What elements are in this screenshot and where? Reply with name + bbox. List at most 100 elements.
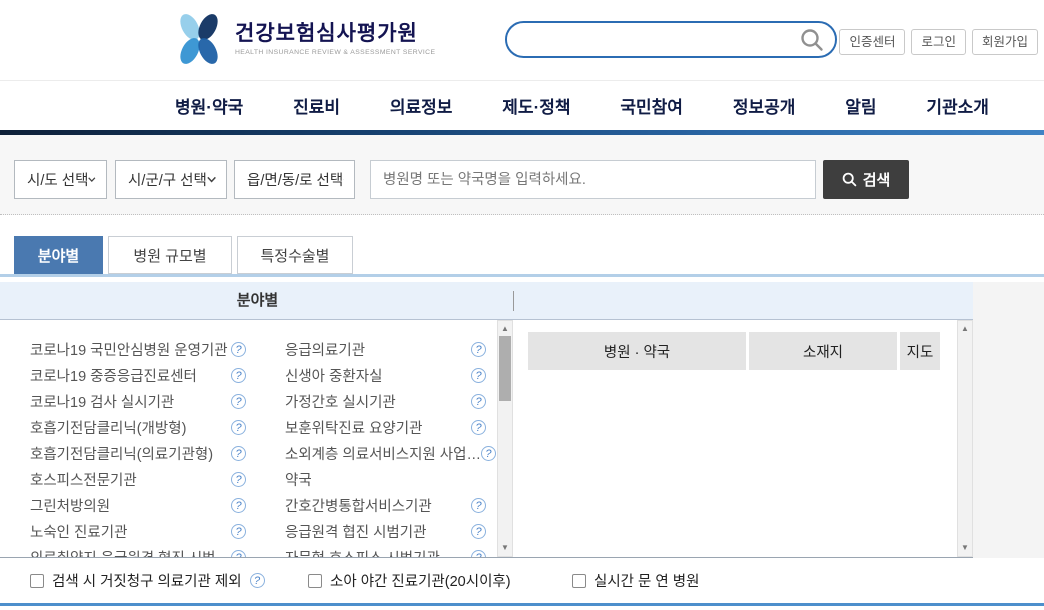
option-open-now[interactable]: 실시간 문 연 병원 [572, 570, 699, 591]
nav-notice[interactable]: 알림 [845, 93, 876, 118]
nav-medical-fees[interactable]: 진료비 [293, 93, 340, 118]
help-icon[interactable]: ? [481, 446, 496, 461]
tab-label: 병원 규모별 [133, 245, 206, 266]
category-item[interactable]: 노숙인 진료기관 ? [30, 518, 246, 544]
col-hospital-pharmacy: 병원 · 약국 [528, 332, 746, 370]
panel-body: 코로나19 국민안심병원 운영기관 ? 코로나19 중증응급진료센터 ? 코로나… [0, 320, 973, 558]
category-item[interactable]: 간호간병통합서비스기관 ? [285, 492, 486, 518]
nav-medical-info[interactable]: 의료정보 [390, 93, 453, 118]
chevron-down-icon [207, 176, 216, 183]
results-scrollbar[interactable]: ▲ ▼ [957, 320, 973, 557]
help-icon[interactable]: ? [231, 550, 246, 559]
sigungu-select-value: 시/군/구 선택 [128, 169, 207, 190]
sigungu-select[interactable]: 시/군/구 선택 [115, 160, 227, 199]
category-item[interactable]: 가정간호 실시기관 ? [285, 388, 486, 414]
help-icon[interactable]: ? [231, 524, 246, 539]
hira-hospital-search-page: 건강보험심사평가원 HEALTH INSURANCE REVIEW & ASSE… [0, 0, 1044, 610]
scroll-up-icon[interactable]: ▲ [958, 322, 972, 336]
help-icon[interactable]: ? [231, 472, 246, 487]
category-item[interactable]: 호흡기전담클리닉(개방형) ? [30, 414, 246, 440]
help-icon[interactable]: ? [231, 368, 246, 383]
hira-butterfly-icon [175, 12, 225, 66]
header: 건강보험심사평가원 HEALTH INSURANCE REVIEW & ASSE… [0, 0, 1044, 81]
category-item[interactable]: 코로나19 중증응급진료센터 ? [30, 362, 246, 388]
category-item[interactable]: 그린처방의원 ? [30, 492, 246, 518]
help-icon[interactable]: ? [471, 368, 486, 383]
logo-title: 건강보험심사평가원 [235, 22, 435, 46]
global-search [505, 21, 837, 58]
help-icon[interactable]: ? [231, 394, 246, 409]
category-item[interactable]: 자문형 호스피스 시범기관 ? [285, 544, 486, 558]
hira-logo[interactable]: 건강보험심사평가원 HEALTH INSURANCE REVIEW & ASSE… [175, 12, 435, 66]
checkbox[interactable] [572, 574, 586, 588]
category-item[interactable]: 신생아 중환자실 ? [285, 362, 486, 388]
keyword-input[interactable] [370, 160, 816, 199]
tab-by-hospital-size[interactable]: 병원 규모별 [108, 236, 232, 274]
help-icon[interactable]: ? [471, 342, 486, 357]
category-list-scrollbar[interactable]: ▲ ▼ [497, 320, 513, 557]
global-search-input[interactable] [523, 25, 787, 56]
scroll-down-icon[interactable]: ▼ [498, 541, 512, 555]
nav-hospital-pharmacy[interactable]: 병원·약국 [175, 93, 243, 118]
help-icon[interactable]: ? [231, 446, 246, 461]
category-item[interactable]: 코로나19 검사 실시기관 ? [30, 388, 246, 414]
help-icon[interactable]: ? [231, 498, 246, 513]
tab-underline [0, 274, 1044, 277]
help-icon[interactable]: ? [250, 573, 265, 588]
utility-links: 인증센터 로그인 회원가입 [839, 29, 1038, 55]
category-item[interactable]: 코로나19 국민안심병원 운영기관 ? [30, 336, 246, 362]
category-column-1: 코로나19 국민안심병원 운영기관 ? 코로나19 중증응급진료센터 ? 코로나… [30, 336, 246, 558]
checkbox[interactable] [30, 574, 44, 588]
col-location: 소재지 [749, 332, 897, 370]
sido-select-value: 시/도 선택 [27, 169, 88, 190]
search-options-row: 검색 시 거짓청구 의료기관 제외 ? 소아 야간 진료기관(20시이후) 실시… [0, 558, 1044, 603]
help-icon[interactable]: ? [231, 342, 246, 357]
search-button-label: 검색 [863, 169, 891, 190]
option-exclude-false-claims[interactable]: 검색 시 거짓청구 의료기관 제외 ? [30, 570, 265, 591]
scroll-down-icon[interactable]: ▼ [958, 541, 972, 555]
scroll-up-icon[interactable]: ▲ [498, 322, 512, 336]
help-icon[interactable]: ? [471, 394, 486, 409]
logo-subtitle: HEALTH INSURANCE REVIEW & ASSESSMENT SER… [235, 49, 435, 56]
category-item[interactable]: 호흡기전담클리닉(의료기관형) ? [30, 440, 246, 466]
category-item[interactable]: 응급의료기관 ? [285, 336, 486, 362]
category-item[interactable]: 보훈위탁진료 요양기관 ? [285, 414, 486, 440]
category-item[interactable]: 의료취약지 응급원격 협진 시범 ? [30, 544, 246, 558]
checkbox[interactable] [308, 574, 322, 588]
dong-select[interactable]: 읍/면/동/로 선택 [234, 160, 355, 199]
search-mode-tabs: 분야별 병원 규모별 특정수술별 [14, 236, 353, 274]
help-icon[interactable]: ? [471, 498, 486, 513]
nav-info-disclosure[interactable]: 정보공개 [733, 93, 796, 118]
nav-public-participation[interactable]: 국민참여 [620, 93, 683, 118]
help-icon[interactable]: ? [471, 524, 486, 539]
panel-divider [513, 291, 514, 311]
nav-about[interactable]: 기관소개 [926, 93, 989, 118]
search-button[interactable]: 검색 [823, 160, 909, 199]
category-item[interactable]: 호스피스전문기관 ? [30, 466, 246, 492]
sido-select[interactable]: 시/도 선택 [14, 160, 107, 199]
search-icon[interactable] [799, 27, 825, 53]
category-item[interactable]: 약국 [285, 466, 486, 492]
tab-by-field[interactable]: 분야별 [14, 236, 103, 274]
scrollbar-thumb[interactable] [499, 336, 511, 401]
category-item[interactable]: 응급원격 협진 시범기관 ? [285, 518, 486, 544]
logo-text: 건강보험심사평가원 HEALTH INSURANCE REVIEW & ASSE… [235, 22, 435, 56]
panel-title: 분야별 [0, 282, 515, 319]
nav-policy[interactable]: 제도·정책 [502, 93, 570, 118]
dong-select-value: 읍/면/동/로 선택 [247, 169, 343, 190]
panel-header-band: 분야별 [0, 282, 973, 320]
col-map: 지도 [900, 332, 940, 370]
category-item[interactable]: 소외계층 의료서비스지원 사업… ? [285, 440, 486, 466]
help-icon[interactable]: ? [231, 420, 246, 435]
cert-center-button[interactable]: 인증센터 [839, 29, 905, 55]
help-icon[interactable]: ? [471, 420, 486, 435]
help-icon[interactable]: ? [471, 550, 486, 559]
right-gutter [973, 282, 1044, 558]
search-icon [842, 172, 857, 187]
login-button[interactable]: 로그인 [911, 29, 966, 55]
signup-button[interactable]: 회원가입 [972, 29, 1038, 55]
category-column-2: 응급의료기관 ? 신생아 중환자실 ? 가정간호 실시기관 ? 보훈위탁진료 요… [285, 336, 486, 558]
option-pediatric-night-care[interactable]: 소아 야간 진료기관(20시이후) [308, 570, 511, 591]
tab-by-surgery[interactable]: 특정수술별 [237, 236, 353, 274]
results-table-header: 병원 · 약국 소재지 지도 [528, 332, 940, 370]
